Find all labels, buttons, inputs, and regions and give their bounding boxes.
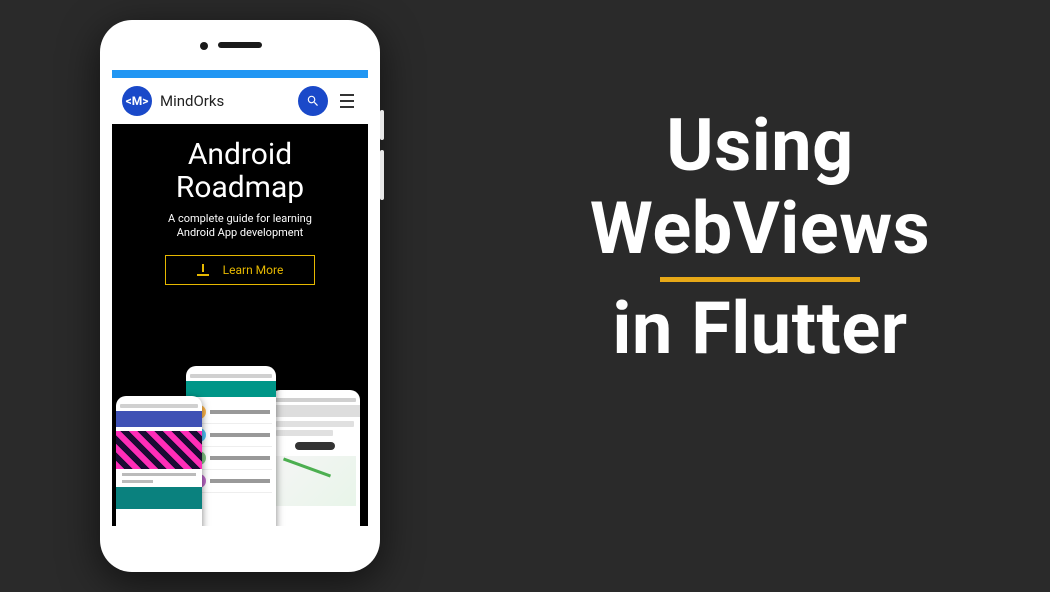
slide-title: Using WebViews in Flutter — [555, 105, 965, 370]
title-line-2: WebViews — [555, 188, 965, 271]
download-icon — [197, 264, 209, 276]
canvas: <M> MindOrks Android Roadmap A complete … — [0, 0, 1050, 592]
title-line-1: Using — [555, 105, 965, 188]
hero-title-line1: Android — [120, 138, 360, 171]
search-button[interactable] — [298, 86, 328, 116]
status-bar — [112, 70, 368, 78]
learn-more-button[interactable]: Learn More — [165, 255, 315, 285]
phone-side-button — [380, 110, 384, 140]
title-underline — [660, 277, 860, 282]
brand-name[interactable]: MindOrks — [160, 92, 224, 110]
phone-camera-dot — [200, 42, 208, 50]
brand-logo[interactable]: <M> — [122, 86, 152, 116]
showcase-phone-left — [116, 396, 202, 526]
site-header: <M> MindOrks — [112, 78, 368, 124]
search-icon — [306, 94, 320, 108]
hamburger-icon — [340, 94, 354, 96]
phone-screen: <M> MindOrks Android Roadmap A complete … — [112, 70, 368, 526]
hero-section: Android Roadmap A complete guide for lea… — [112, 124, 368, 297]
showcase-phone-right — [270, 390, 360, 526]
phone-mockup: <M> MindOrks Android Roadmap A complete … — [100, 20, 380, 572]
hero-title-line2: Roadmap — [120, 171, 360, 204]
title-line-3: in Flutter — [555, 288, 965, 371]
hamburger-menu-button[interactable] — [336, 86, 358, 116]
cta-label: Learn More — [223, 263, 284, 277]
hero-subtitle: A complete guide for learning Android Ap… — [120, 212, 360, 241]
phone-side-button — [380, 150, 384, 200]
showcase-section — [112, 297, 368, 526]
